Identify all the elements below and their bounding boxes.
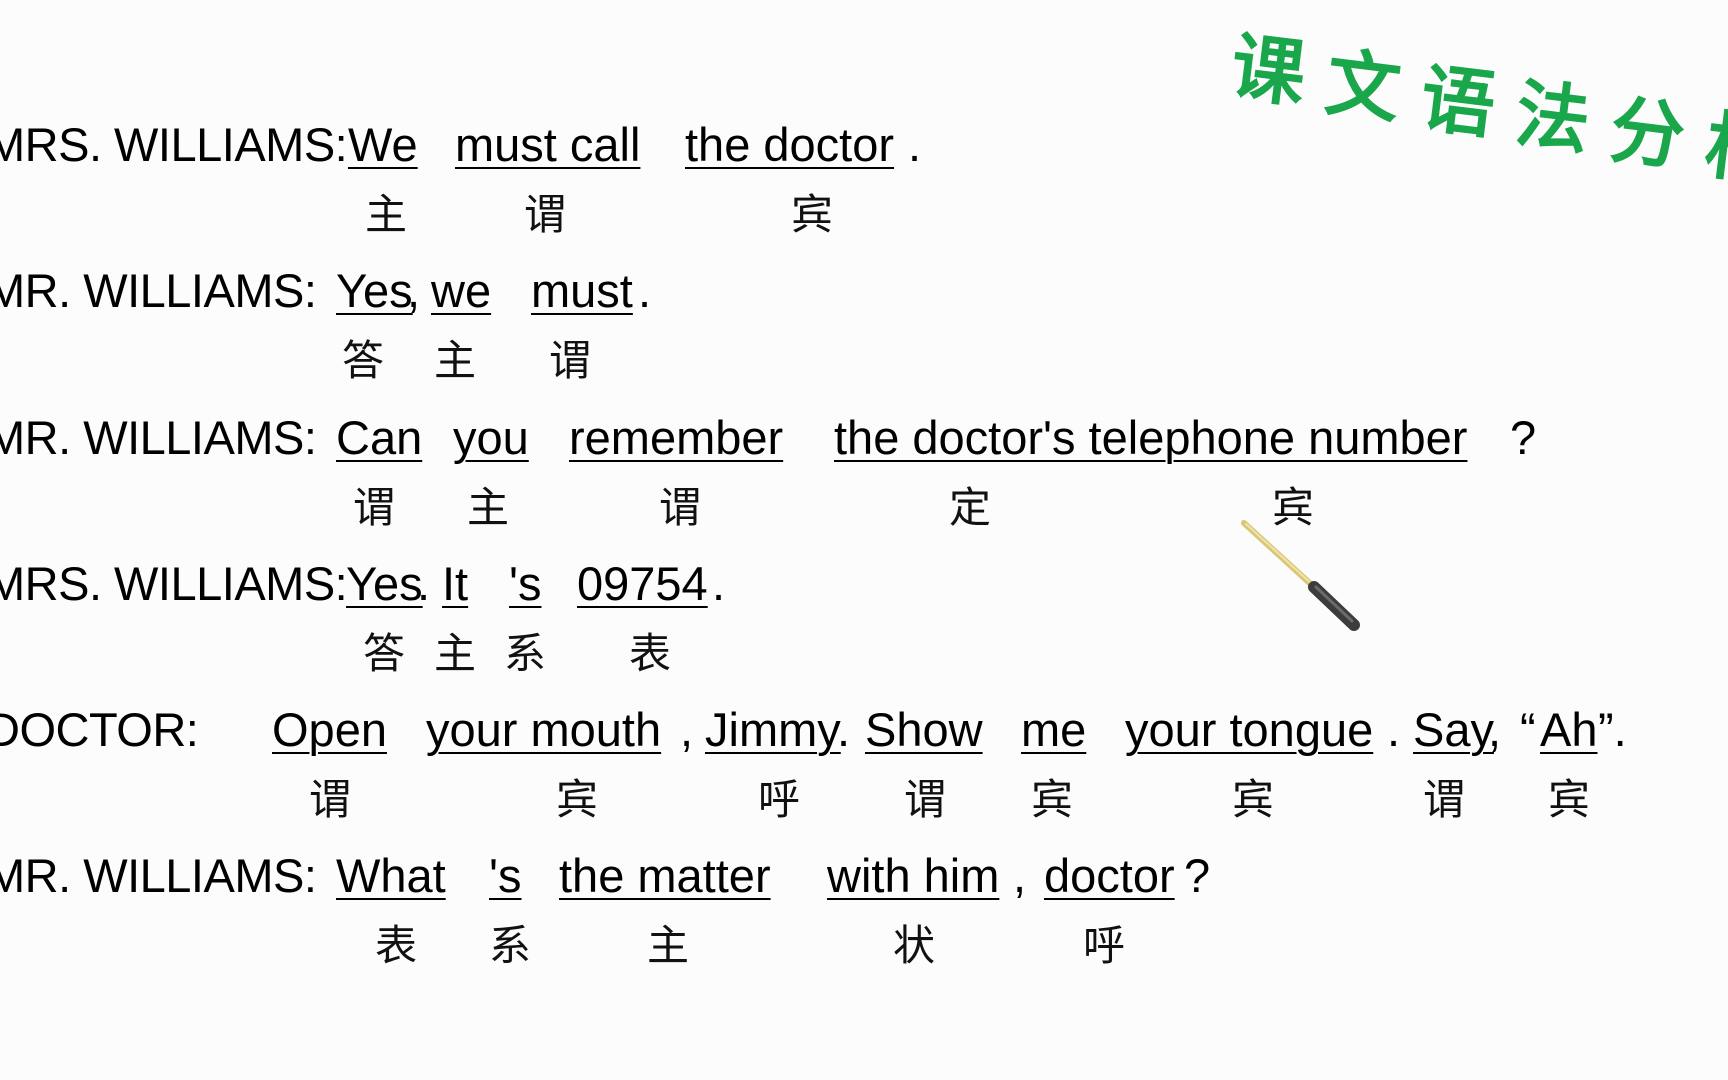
sentence-component: the doctor: [685, 118, 895, 171]
sentence-component: Ah: [1540, 703, 1598, 756]
grammar-role-label: 答: [362, 629, 406, 678]
sentence-component: your tongue: [1125, 703, 1374, 756]
sentence-component: Show: [865, 703, 983, 756]
sentence-component: must: [531, 264, 633, 317]
speaker-label: MR. WILLIAMS:: [0, 264, 317, 317]
grammar-role-label: 定: [948, 483, 992, 532]
sentence-component: We: [348, 118, 418, 171]
sentence-component: must call: [455, 118, 641, 171]
sentence-component: It: [442, 557, 469, 610]
speaker-label: MR. WILLIAMS:: [0, 849, 317, 902]
grammar-role-label: 呼: [1082, 921, 1126, 970]
punctuation: .: [417, 557, 431, 610]
sentence-component: Open: [272, 703, 387, 756]
grammar-role-label: 主: [433, 336, 477, 385]
sentence-component: What: [336, 849, 446, 902]
punctuation: ,: [407, 264, 421, 317]
title-char: 语: [1415, 55, 1500, 150]
grammar-role-label: 主: [364, 190, 408, 239]
slide-title: 课文语法分析: [1226, 24, 1728, 197]
punctuation: .: [837, 703, 851, 756]
title-char: 分: [1605, 86, 1690, 182]
sentence-component: the matter: [559, 849, 771, 902]
speaker-label: DOCTOR:: [0, 703, 199, 756]
punctuation: ,: [1013, 849, 1027, 902]
sentence-component: Jimmy: [705, 703, 841, 756]
sentence-component: the doctor's telephone number: [834, 411, 1468, 464]
grammar-role-label: 谓: [1422, 775, 1466, 824]
punctuation: .: [712, 557, 726, 610]
grammar-role-label: 表: [374, 921, 418, 970]
sentence-component: Can: [336, 411, 423, 464]
grammar-role-label: 谓: [352, 483, 396, 532]
sentence-component: we: [431, 264, 492, 317]
sentence-component: Yes: [346, 557, 423, 610]
speaker-label: MRS. WILLIAMS:: [0, 557, 348, 610]
sentence-component: doctor: [1044, 849, 1175, 902]
sentence-component: 's: [509, 557, 542, 610]
sentence-component: with him: [827, 849, 1000, 902]
punctuation: ?: [1510, 411, 1537, 464]
punctuation: ,: [1488, 703, 1502, 756]
punctuation: .: [638, 264, 652, 317]
sentence-component: Yes: [336, 264, 413, 317]
punctuation: .: [1387, 703, 1401, 756]
grammar-role-label: 主: [433, 629, 477, 678]
punctuation: ,: [680, 703, 694, 756]
grammar-role-label: 谓: [658, 483, 702, 532]
sentence-component: you: [453, 411, 529, 464]
title-char: 法: [1510, 71, 1595, 166]
sentence-component: 's: [489, 849, 522, 902]
grammar-role-label: 系: [488, 921, 532, 970]
grammar-role-label: 主: [466, 483, 510, 532]
title-char: 课: [1226, 24, 1311, 119]
grammar-role-label: 谓: [903, 775, 947, 824]
grammar-role-label: 答: [341, 336, 385, 385]
title-char: 析: [1700, 102, 1728, 197]
sentence-component: me: [1021, 703, 1087, 756]
punctuation: .: [908, 118, 922, 171]
title-char: 文: [1321, 39, 1405, 135]
punctuation: ?: [1184, 849, 1211, 902]
sentence-component: 09754: [577, 557, 708, 610]
grammar-role-label: 谓: [548, 336, 592, 385]
speaker-label: MR. WILLIAMS:: [0, 411, 317, 464]
grammar-role-label: 宾: [1547, 775, 1591, 824]
grammar-role-label: 宾: [1030, 775, 1074, 824]
grammar-role-label: 宾: [555, 775, 599, 824]
grammar-role-label: 系: [503, 629, 547, 678]
grammar-role-label: 宾: [1231, 775, 1275, 824]
grammar-role-label: 主: [646, 921, 690, 970]
speaker-label: MRS. WILLIAMS:: [0, 118, 348, 171]
punctuation: ”.: [1598, 703, 1627, 756]
grammar-role-label: 呼: [757, 775, 801, 824]
pointer-stick-icon: [1241, 520, 1360, 631]
grammar-role-label: 谓: [523, 190, 567, 239]
grammar-role-label: 宾: [790, 190, 834, 239]
sentence-component: Say: [1413, 703, 1494, 756]
punctuation: “: [1520, 703, 1536, 756]
grammar-role-label: 谓: [308, 775, 352, 824]
grammar-role-label: 表: [628, 629, 672, 678]
sentence-component: your mouth: [426, 703, 662, 756]
sentence-component: remember: [569, 411, 784, 464]
grammar-role-label: 状: [892, 921, 936, 970]
